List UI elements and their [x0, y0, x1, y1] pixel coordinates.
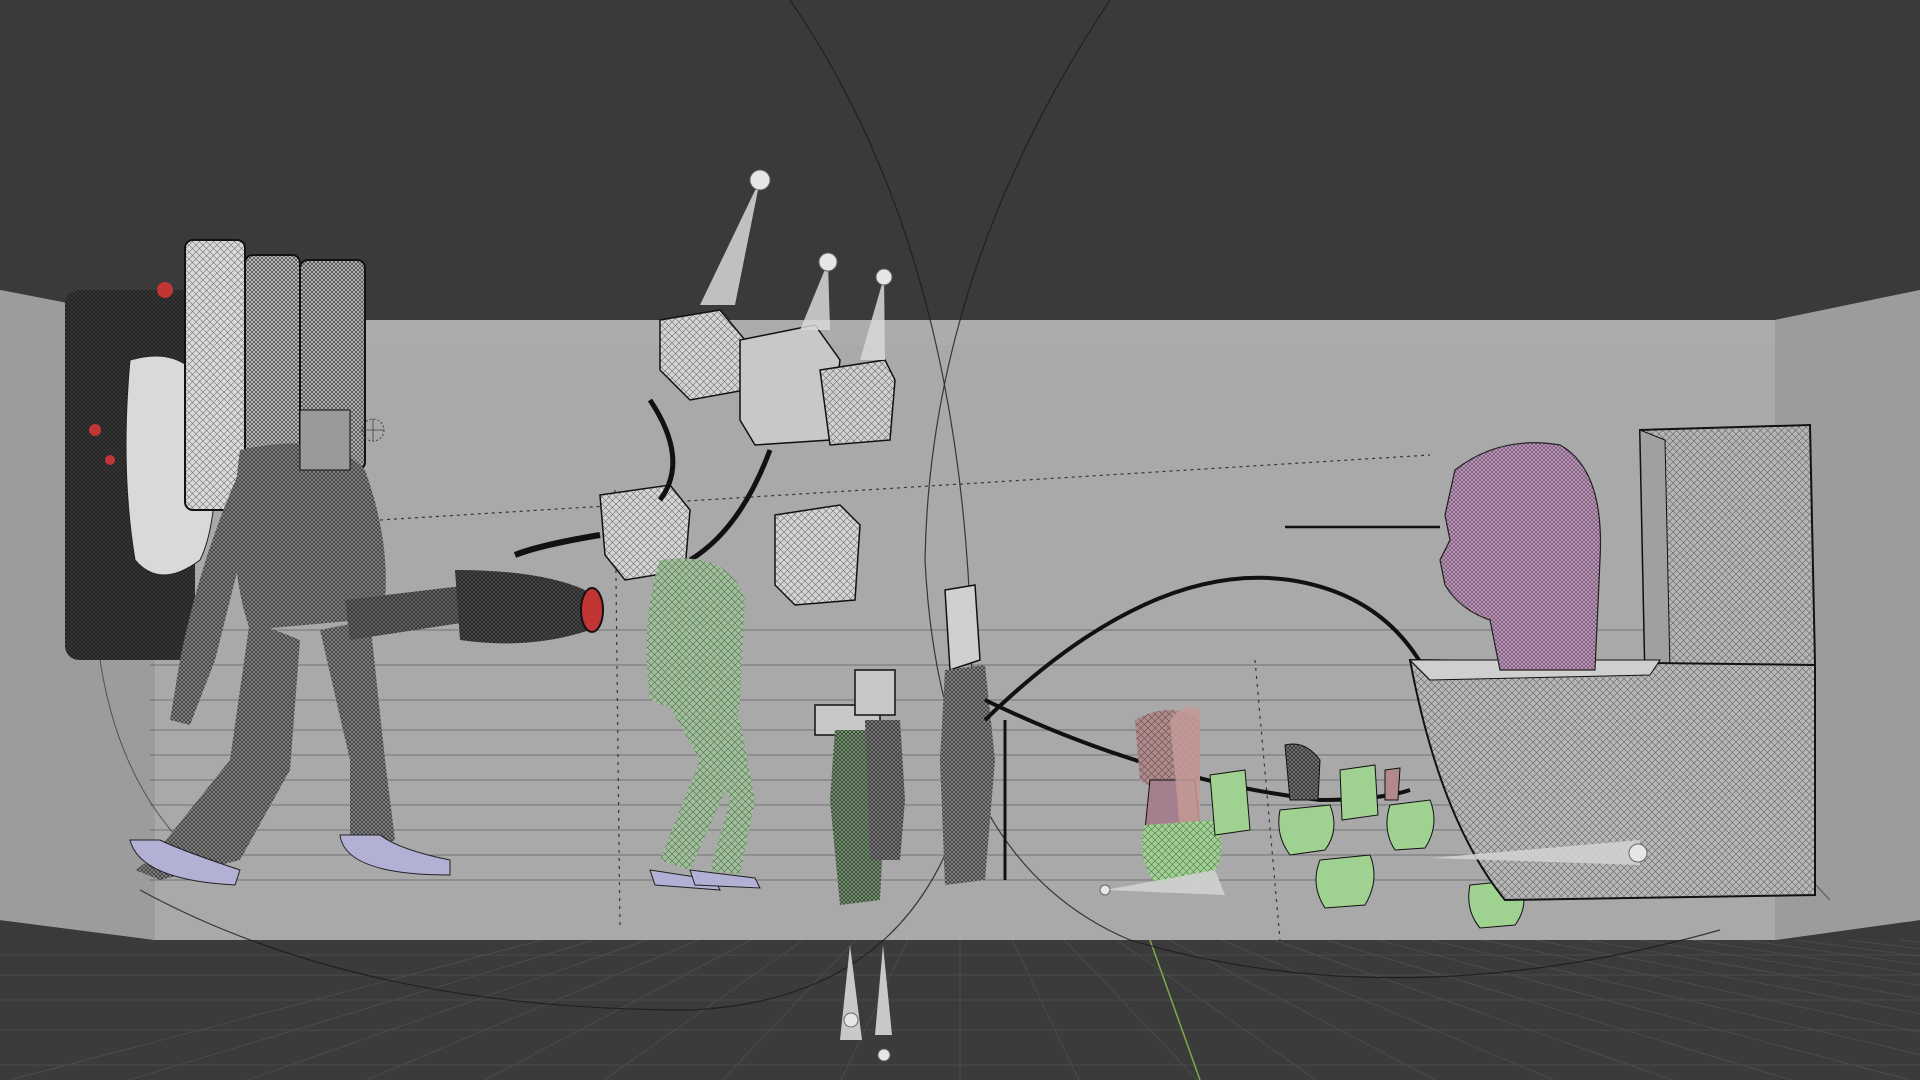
3d-viewport[interactable] [0, 0, 1920, 1080]
floor-grid [0, 939, 1920, 1080]
viewport-canvas[interactable] [0, 0, 1920, 1080]
